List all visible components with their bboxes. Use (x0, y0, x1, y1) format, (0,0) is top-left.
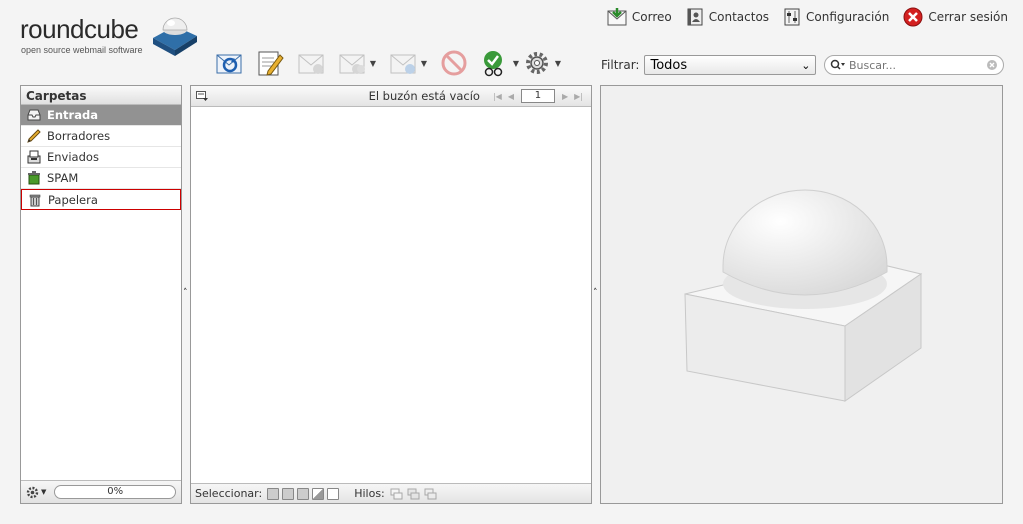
reply-button[interactable] (295, 47, 327, 79)
folder-actions-button[interactable]: ▼ (26, 486, 46, 499)
forward-icon (390, 54, 416, 74)
delete-icon (441, 50, 467, 76)
select-unread-icon[interactable] (297, 487, 310, 500)
reply-all-icon (339, 54, 365, 74)
folder-label: Borradores (47, 129, 111, 143)
folder-inbox[interactable]: Entrada (21, 105, 181, 126)
gear-icon (526, 52, 548, 74)
nav-logout[interactable]: Cerrar sesión (903, 7, 1008, 27)
list-options-icon[interactable] (196, 91, 208, 101)
select-page-icon[interactable] (282, 487, 295, 500)
mark-icon (484, 51, 503, 77)
threads-expand-icon[interactable] (407, 488, 421, 500)
threads-list-icon[interactable] (390, 488, 404, 500)
folder-label: Papelera (48, 192, 98, 207)
message-preview-pane (600, 85, 1003, 504)
more-actions-arrow[interactable]: ▼ (553, 59, 563, 68)
select-all-icon[interactable] (267, 487, 280, 500)
refresh-mail-icon (216, 54, 242, 74)
message-list-header: El buzón está vacío |◀ ◀ 1 ▶ ▶| (191, 86, 591, 107)
logo-tagline: open source webmail software (21, 45, 143, 55)
mark-menu-arrow[interactable]: ▼ (511, 59, 521, 68)
message-list-body (191, 107, 591, 483)
reply-icon (298, 54, 324, 74)
search-box (824, 55, 1004, 75)
quota-meter: 0% (54, 485, 176, 499)
forward-button[interactable] (387, 47, 419, 79)
nav-mail-label: Correo (631, 10, 672, 24)
roundcube-logo: roundcube open source webmail software (20, 8, 200, 58)
compose-button[interactable] (254, 47, 286, 79)
folder-label: Entrada (47, 108, 98, 122)
mail-icon (607, 8, 627, 26)
spam-icon (28, 171, 40, 185)
roundcube-watermark-icon (684, 189, 923, 402)
settings-icon (784, 8, 800, 26)
select-none-icon[interactable] (327, 487, 340, 500)
first-page-icon[interactable]: |◀ (493, 92, 502, 101)
message-list-footer: Seleccionar: Hilos: (191, 483, 591, 503)
chevron-down-icon: ▼ (41, 488, 47, 496)
search-icon[interactable] (830, 59, 846, 71)
filter-label: Filtrar: (601, 58, 640, 72)
folder-spam[interactable]: SPAM (21, 168, 181, 189)
nav-settings-label: Configuración (806, 10, 890, 24)
reply-all-menu-arrow[interactable]: ▼ (368, 59, 378, 68)
threads-collapse-icon[interactable] (424, 488, 438, 500)
folder-panel-footer: ▼ 0% (21, 480, 181, 503)
compose-icon (258, 51, 284, 76)
folder-label: Enviados (47, 150, 99, 164)
pencil-icon (27, 129, 41, 143)
top-navigation: Correo Contactos Configuración Cerrar se… (607, 7, 1008, 27)
list-splitter-handle[interactable]: ˄ (593, 288, 598, 298)
folder-splitter-handle[interactable]: ˄ (183, 288, 188, 298)
message-list-panel: El buzón está vacío |◀ ◀ 1 ▶ ▶| Seleccio… (190, 85, 592, 504)
select-invert-icon[interactable] (312, 487, 325, 500)
nav-contacts[interactable]: Contactos (686, 8, 769, 26)
gear-icon (26, 486, 39, 498)
clear-search-icon[interactable] (986, 59, 998, 71)
sent-icon (27, 150, 41, 164)
next-page-icon[interactable]: ▶ (562, 92, 568, 101)
filter-selected-value: Todos (650, 57, 688, 73)
nav-contacts-label: Contactos (708, 10, 770, 24)
nav-mail[interactable]: Correo (607, 8, 672, 26)
last-page-icon[interactable]: ▶| (574, 92, 583, 101)
page-number-input[interactable]: 1 (520, 89, 555, 103)
logout-icon (903, 7, 923, 27)
filter-select[interactable]: Todos ⌄ (644, 55, 817, 75)
nav-settings[interactable]: Configuración (783, 8, 889, 26)
folder-drafts[interactable]: Borradores (21, 126, 181, 147)
trash-icon (29, 194, 41, 206)
forward-menu-arrow[interactable]: ▼ (419, 59, 429, 68)
roundcube-logo-icon (153, 17, 197, 56)
logo-text: roundcube (20, 14, 139, 44)
previous-page-icon[interactable]: ◀ (508, 92, 514, 101)
folder-trash[interactable]: Papelera (21, 189, 181, 210)
mailbox-status: El buzón está vacío (368, 89, 480, 103)
filter-control: Filtrar: Todos ⌄ (601, 55, 817, 75)
more-actions-button[interactable] (521, 47, 553, 79)
select-label: Seleccionar: (195, 487, 263, 500)
search-input[interactable] (849, 58, 983, 72)
folder-sent[interactable]: Enviados (21, 147, 181, 168)
inbox-icon (27, 109, 41, 121)
mark-button[interactable] (479, 47, 511, 79)
folder-panel-title: Carpetas (21, 86, 181, 105)
check-mail-button[interactable] (213, 47, 245, 79)
nav-logout-label: Cerrar sesión (928, 10, 1008, 24)
folder-panel: Carpetas Entrada Borradores Enviados SPA… (20, 85, 182, 504)
mail-toolbar: ▼ ▼ ▼ ▼ (213, 47, 563, 79)
folder-label: SPAM (47, 171, 79, 185)
chevron-down-icon: ⌄ (801, 58, 811, 72)
reply-all-button[interactable] (336, 47, 368, 79)
delete-button[interactable] (438, 47, 470, 79)
threads-label: Hilos: (354, 487, 385, 500)
addressbook-icon (687, 8, 703, 26)
